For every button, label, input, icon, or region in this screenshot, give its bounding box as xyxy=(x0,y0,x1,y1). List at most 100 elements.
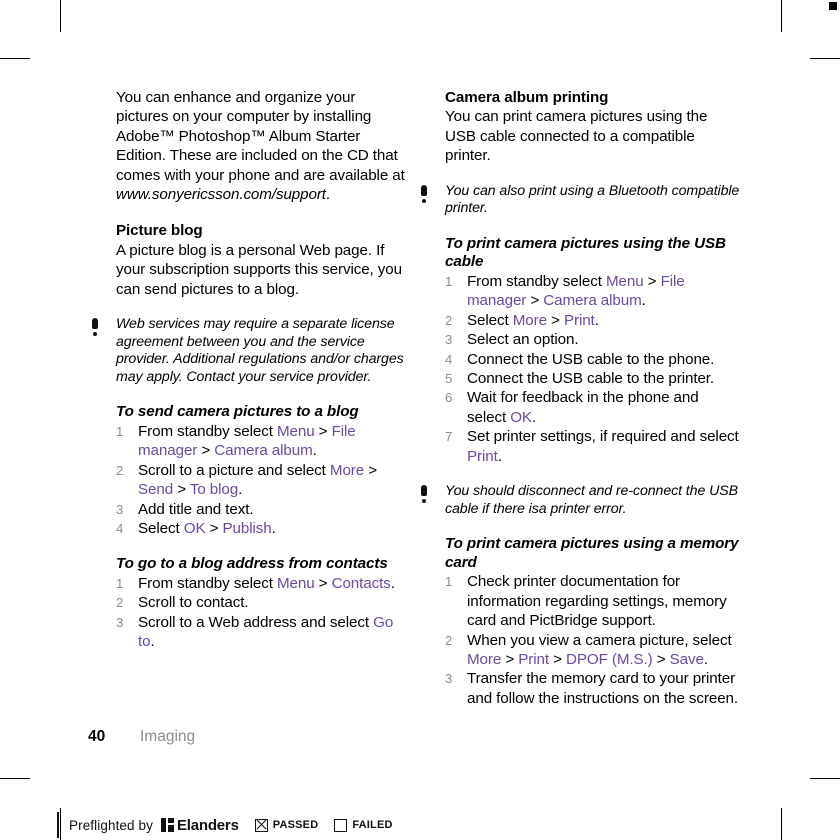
ui-reference: Camera album xyxy=(543,292,642,310)
step-text: Select xyxy=(467,311,513,329)
heading-print-using-usb-cable: To print camera pictures using the USB c… xyxy=(445,234,726,271)
exclamation-note-icon xyxy=(91,318,99,337)
heading-send-pictures-to-blog: To send camera pictures to a blog xyxy=(116,403,359,421)
procedure-step: Wait for feedback in the phone and selec… xyxy=(445,388,740,427)
preflight-failed: FAILED xyxy=(334,818,393,832)
step-text: . xyxy=(703,651,708,669)
preflight-passed-label: PASSED xyxy=(272,819,319,831)
preflight-stamp: Preflighted by Elanders PASSED FAILED xyxy=(57,812,393,838)
preflight-brand: Elanders xyxy=(176,816,239,834)
procedure-step: Add title and text. xyxy=(116,500,411,520)
heading-camera-album-printing: Camera album printing xyxy=(445,89,609,106)
step-text: Transfer the memory card to your printer… xyxy=(467,670,739,707)
camera-album-printing-body: You can print camera pictures using the … xyxy=(445,108,708,165)
procedure-step: Select OK > Publish. xyxy=(116,519,411,539)
step-text: Add title and text. xyxy=(138,500,254,518)
page-footer: 40 Imaging xyxy=(88,728,195,746)
step-text: Wait for feedback in the phone and selec… xyxy=(467,389,699,426)
step-text: > xyxy=(314,423,332,441)
step-text: From standby select xyxy=(138,575,277,593)
step-text: > xyxy=(314,575,332,593)
procedure-step: Check printer documentation for informat… xyxy=(445,572,740,630)
step-text: > xyxy=(173,481,190,499)
step-text: . xyxy=(641,292,646,310)
step-text: From standby select xyxy=(138,423,277,441)
preflight-prefix: Preflighted by xyxy=(69,817,153,833)
procedure-step: From standby select Menu > File manager … xyxy=(445,272,740,311)
procedure-step: Scroll to a Web address and select Go to… xyxy=(116,613,411,652)
right-column: Camera album printing You can print came… xyxy=(421,88,740,708)
step-text: . xyxy=(390,575,395,593)
procedure-step: Scroll to contact. xyxy=(116,593,411,613)
preflight-passed: PASSED xyxy=(254,818,319,832)
procedure-step: Set printer settings, if required and se… xyxy=(445,427,740,466)
ui-reference: Print xyxy=(563,311,595,329)
ui-reference: More xyxy=(467,651,502,669)
procedure-step: Select an option. xyxy=(445,330,740,350)
procedure-step: When you view a camera picture, select M… xyxy=(445,631,740,670)
ui-reference: More xyxy=(512,311,547,329)
note-bluetooth-text: You can also print using a Bluetooth com… xyxy=(445,182,740,217)
step-text: . xyxy=(594,311,599,329)
step-text: > xyxy=(205,520,223,538)
step-text: From standby select xyxy=(467,273,606,290)
step-text: Select an option. xyxy=(467,331,579,349)
step-text: Connect the USB cable to the printer. xyxy=(467,370,715,388)
step-text: Connect the USB cable to the phone. xyxy=(467,350,715,368)
step-text: . xyxy=(150,633,155,651)
step-text: > xyxy=(526,292,544,310)
note-web-services: Web services may require a separate lice… xyxy=(85,316,411,386)
ui-reference: Menu xyxy=(605,273,644,290)
ui-reference: OK xyxy=(183,520,206,538)
chapter-name: Imaging xyxy=(140,728,196,745)
ui-reference: Camera album xyxy=(214,442,313,460)
note-disconnect-usb: You should disconnect and re-connect the… xyxy=(414,483,740,518)
procedure-step: From standby select Menu > File manager … xyxy=(116,422,411,461)
steps-print-using-usb-cable: From standby select Menu > File manager … xyxy=(445,272,740,466)
checkbox-empty-icon xyxy=(334,818,348,832)
procedure-step: Connect the USB cable to the phone. xyxy=(445,350,740,370)
procedure-step: Scroll to a picture and select More > Se… xyxy=(116,461,411,500)
step-text: . xyxy=(312,442,317,460)
ui-reference: Contacts xyxy=(331,575,391,593)
step-text: . xyxy=(238,481,243,499)
page-number: 40 xyxy=(88,728,106,745)
exclamation-note-icon xyxy=(420,184,428,204)
procedure-step: Select More > Print. xyxy=(445,311,740,331)
exclamation-note-icon xyxy=(420,485,428,504)
step-text: > xyxy=(364,461,377,479)
ui-reference: Print xyxy=(467,447,498,465)
step-text: > xyxy=(501,651,519,669)
support-url: www.sonyericsson.com/support xyxy=(116,186,326,204)
step-text: > xyxy=(548,651,566,669)
step-text: . xyxy=(271,520,276,538)
step-text: > xyxy=(643,273,661,290)
procedure-step: Connect the USB cable to the printer. xyxy=(445,369,740,389)
procedure-step: Transfer the memory card to your printer… xyxy=(445,669,740,708)
elanders-logo-icon xyxy=(160,818,174,832)
intro-text-after-url: . xyxy=(325,186,331,204)
step-text: When you view a camera picture, select xyxy=(467,631,732,649)
picture-blog-body: A picture blog is a personal Web page. I… xyxy=(116,241,402,298)
procedure-step: From standby select Menu > Contacts. xyxy=(116,574,411,594)
step-text: > xyxy=(546,311,564,329)
checkbox-checked-icon xyxy=(254,818,268,832)
steps-send-pictures-to-blog: From standby select Menu > File manager … xyxy=(116,422,411,539)
step-text: Check printer documentation for informat… xyxy=(467,573,727,630)
step-text: Scroll to a Web address and select xyxy=(138,613,374,631)
intro-paragraph: You can enhance and organize your pictur… xyxy=(116,88,411,204)
step-text: . xyxy=(497,447,502,465)
heading-print-using-memory-card: To print camera pictures using a memory … xyxy=(445,535,739,571)
preflight-failed-label: FAILED xyxy=(352,819,393,831)
heading-picture-blog: Picture blog xyxy=(116,222,203,240)
ui-reference: DPOF (M.S.) xyxy=(565,651,653,669)
step-text: > xyxy=(197,442,215,460)
ui-reference: Print xyxy=(518,651,549,669)
note-disconnect-text: You should disconnect and re-connect the… xyxy=(445,483,738,517)
intro-text-before-url: You can enhance and organize your pictur… xyxy=(116,89,405,184)
ui-reference: OK xyxy=(510,408,532,426)
step-text: . xyxy=(531,408,537,426)
step-text: Scroll to a picture and select xyxy=(138,461,330,479)
two-column-text-body: You can enhance and organize your pictur… xyxy=(92,88,740,708)
step-text: Select xyxy=(138,520,184,538)
